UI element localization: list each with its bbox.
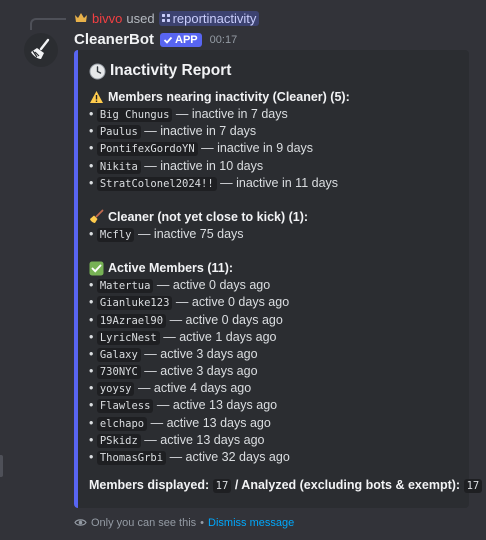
member-status: — inactive in 7 days <box>144 124 257 139</box>
member-name: ThomasGrbi <box>96 451 167 465</box>
reply-verb: used <box>126 10 155 26</box>
section-active-label: Active Members (11): <box>108 261 234 276</box>
embed-title: Inactivity Report <box>89 62 457 80</box>
app-badge-label: APP <box>175 33 198 46</box>
reply-connector <box>30 18 66 30</box>
list-item: • Mcfly — inactive 75 days <box>89 226 244 242</box>
left-edge-indicator <box>0 455 3 477</box>
member-status: — inactive 75 days <box>137 226 244 241</box>
nearing-list: • Big Chungus — inactive in 7 days • Pau… <box>89 106 457 192</box>
list-item: • Nikita — inactive in 10 days <box>89 158 264 174</box>
eye-icon <box>74 519 87 526</box>
member-name: Flawless <box>96 399 154 414</box>
message-header: CleanerBot APP 00:17 <box>74 31 237 48</box>
member-name: Mcfly <box>96 227 135 242</box>
broom-icon <box>31 38 50 59</box>
list-item: • 19Azrael90 — active 0 days ago <box>89 312 283 328</box>
member-name: PSkidz <box>96 433 141 448</box>
embed-summary: Members displayed: 17 / Analyzed (exclud… <box>89 478 483 494</box>
displayed-count: 17 <box>212 479 232 494</box>
dismiss-message-link[interactable]: Dismiss message <box>208 517 294 529</box>
app-badge: APP <box>160 32 202 47</box>
member-status: — active 0 days ago <box>156 278 271 293</box>
member-name: Big Chungus <box>96 108 173 122</box>
member-status: — active 1 days ago <box>163 329 277 344</box>
reply-username[interactable]: bivvo <box>92 11 122 26</box>
analyzed-label: / Analyzed (excluding bots & exempt): <box>234 478 461 493</box>
member-status: — active 0 days ago <box>175 295 290 310</box>
member-status: — active 32 days ago <box>169 450 290 464</box>
member-status: — inactive in 9 days <box>201 141 314 156</box>
command-name: reportinactivity <box>172 10 257 26</box>
list-item: • Paulus — inactive in 7 days <box>89 124 257 140</box>
section-nearing-title: Members nearing inactivity (Cleaner) (5)… <box>89 88 457 106</box>
section-cleaner-label: Cleaner (not yet close to kick) (1): <box>108 209 309 224</box>
member-name: Gianluke123 <box>96 296 173 311</box>
clock-icon <box>89 63 106 79</box>
list-item: • yoysy — active 4 days ago <box>89 381 252 397</box>
ephemeral-notice: Only you can see this • Dismiss message <box>74 516 294 529</box>
bot-avatar[interactable] <box>24 33 58 67</box>
reply-user-avatar-icon[interactable] <box>74 11 88 25</box>
list-item: • Galaxy — active 3 days ago <box>89 346 258 362</box>
list-item: • Matertua — active 0 days ago <box>89 278 271 294</box>
list-item: • Gianluke123 — active 0 days ago <box>89 295 290 311</box>
list-item: • StratColonel2024!! — inactive in 11 da… <box>89 175 339 191</box>
member-status: — active 13 days ago <box>156 398 278 413</box>
list-item: • ThomasGrbi — active 32 days ago <box>89 450 290 465</box>
list-item: • PontifexGordoYN — inactive in 9 days <box>89 141 314 157</box>
ephemeral-text: Only you can see this <box>91 516 197 529</box>
message-timestamp[interactable]: 00:17 <box>210 34 238 46</box>
member-status: — inactive in 7 days <box>175 107 288 121</box>
member-status: — active 4 days ago <box>137 381 252 396</box>
member-status: — inactive in 10 days <box>144 158 264 173</box>
section-active-title: Active Members (11): <box>89 259 457 277</box>
broom-emoji-icon <box>90 210 104 224</box>
member-name: StratColonel2024!! <box>96 176 217 191</box>
member-status: — active 13 days ago <box>150 415 271 430</box>
member-name: Paulus <box>96 125 141 140</box>
section-nearing-label: Members nearing inactivity (Cleaner) (5)… <box>108 90 350 104</box>
reply-context[interactable]: bivvo used reportinactivity <box>74 10 260 26</box>
member-name: Matertua <box>96 279 154 294</box>
list-item: • Flawless — active 13 days ago <box>89 398 278 414</box>
check-mark-icon <box>89 261 104 276</box>
list-item: • Big Chungus — inactive in 7 days <box>89 107 288 122</box>
member-status: — inactive in 11 days <box>220 175 339 190</box>
member-name: PontifexGordoYN <box>96 142 198 157</box>
member-name: 730NYC <box>96 365 141 380</box>
ephemeral-separator: • <box>200 516 205 529</box>
list-item: • elchapo — active 13 days ago <box>89 415 271 431</box>
member-name: Galaxy <box>96 347 141 362</box>
cleaner-list: • Mcfly — inactive 75 days <box>89 226 457 243</box>
list-item: • LyricNest — active 1 days ago <box>89 329 277 345</box>
member-name: Nikita <box>96 159 141 174</box>
member-name: 19Azrael90 <box>96 313 167 328</box>
member-name: LyricNest <box>96 330 160 345</box>
displayed-label: Members displayed: <box>89 478 210 493</box>
analyzed-count: 17 <box>463 479 483 494</box>
member-status: — active 3 days ago <box>144 364 258 379</box>
member-status: — active 0 days ago <box>169 312 283 327</box>
member-name: elchapo <box>96 416 148 431</box>
inactivity-report-embed: Inactivity Report Members nearing inacti… <box>74 50 483 508</box>
embed-title-text: Inactivity Report <box>110 62 232 79</box>
bot-username[interactable]: CleanerBot <box>74 31 154 48</box>
member-name: yoysy <box>96 382 135 397</box>
warning-icon <box>90 91 103 103</box>
slash-command-icon <box>161 14 170 22</box>
member-status: — active 13 days ago <box>144 432 265 447</box>
list-item: • PSkidz — active 13 days ago <box>89 432 265 448</box>
active-list: • Matertua — active 0 days ago • Gianluk… <box>89 277 457 466</box>
list-item: • 730NYC — active 3 days ago <box>89 364 258 380</box>
section-cleaner-title: Cleaner (not yet close to kick) (1): <box>89 208 457 226</box>
verified-check-icon <box>163 36 173 44</box>
member-status: — active 3 days ago <box>144 346 258 361</box>
command-pill[interactable]: reportinactivity <box>158 10 260 26</box>
